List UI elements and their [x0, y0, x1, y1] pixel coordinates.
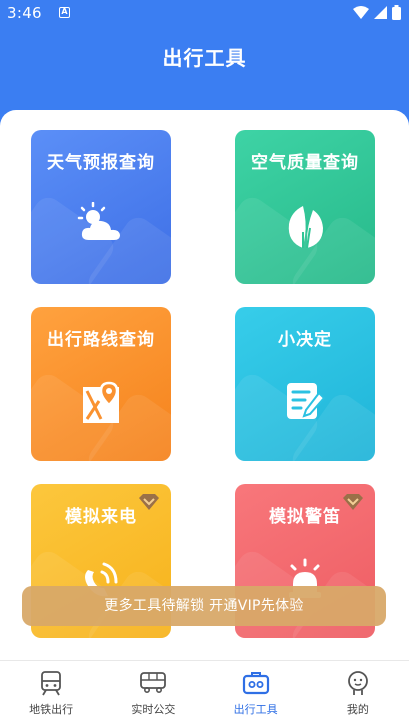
subway-icon [41, 671, 62, 696]
signal-icon [374, 6, 387, 19]
weather-forecast-card[interactable]: 天气预报查询 [31, 130, 171, 284]
wifi-icon [353, 6, 369, 19]
status-indicators [353, 5, 401, 20]
nav-label: 实时公交 [131, 703, 176, 716]
air-quality-card[interactable]: 空气质量查询 [235, 130, 375, 284]
profile-icon [347, 671, 368, 695]
status-time: 3:46 [7, 4, 42, 22]
map-icon [83, 381, 119, 423]
battery-icon [392, 5, 401, 20]
nav-label: 地铁出行 [29, 703, 74, 716]
small-decision-card[interactable]: 小决定 [235, 307, 375, 461]
screen: 3:46 A 出行工具 天气预报查询 空气质量查询 出行路线查询 小决定 模拟来… [0, 0, 409, 720]
nav-item-bus[interactable]: 实时公交 [102, 661, 204, 720]
status-bar: 3:46 A [0, 0, 409, 26]
card-label: 小决定 [278, 330, 332, 350]
nav-item-subway[interactable]: 地铁出行 [0, 661, 102, 720]
note-icon [287, 383, 326, 419]
nav-label: 出行工具 [233, 703, 278, 716]
leaf-icon [288, 206, 323, 249]
bottom-navigation: 地铁出行 实时公交 出行工具 我的 [0, 660, 409, 720]
route-query-card[interactable]: 出行路线查询 [31, 307, 171, 461]
vip-diamond-icon [139, 494, 159, 510]
nav-item-profile[interactable]: 我的 [307, 661, 409, 720]
nav-label: 我的 [346, 703, 369, 716]
notification-a-icon: A [59, 7, 70, 18]
nav-item-tools[interactable]: 出行工具 [205, 661, 307, 720]
card-label: 出行路线查询 [47, 330, 155, 350]
card-label: 天气预报查询 [47, 153, 155, 173]
toolbox-icon [242, 672, 269, 695]
weather-icon [77, 202, 120, 240]
vip-unlock-toast[interactable]: 更多工具待解锁 开通VIP先体验 [22, 586, 386, 626]
card-label: 空气质量查询 [251, 153, 359, 173]
page-title: 出行工具 [162, 46, 247, 70]
vip-diamond-icon [343, 494, 363, 510]
bus-icon [140, 672, 167, 693]
